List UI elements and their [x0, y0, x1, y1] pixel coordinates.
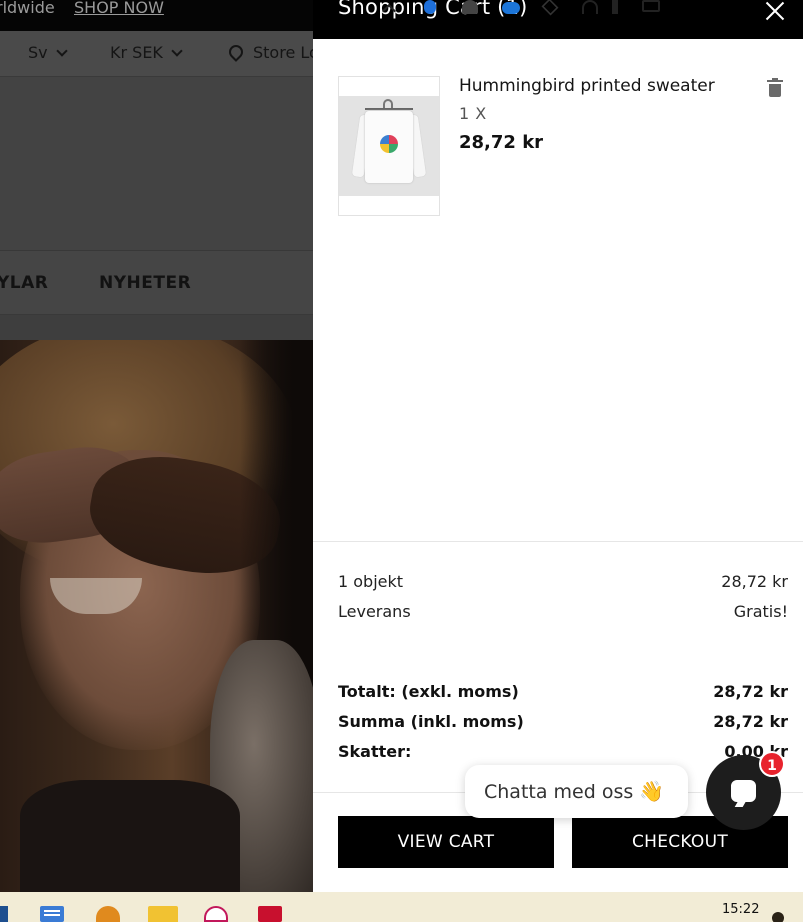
total-incl-value: 28,72 kr — [713, 712, 788, 731]
chat-prompt-text: Chatta med oss — [484, 781, 634, 803]
store-topbar: Sv Kr SEK Store Lo — [0, 31, 313, 77]
bluetooth-icon[interactable] — [424, 0, 436, 14]
volume-muted-icon[interactable] — [612, 0, 626, 14]
unread-badge: 1 — [759, 751, 785, 777]
wifi-icon[interactable] — [582, 0, 598, 14]
waving-hand-icon: 👋 — [639, 779, 665, 803]
chevron-down-icon — [55, 45, 68, 57]
trash-icon[interactable] — [767, 78, 783, 98]
product-name-link[interactable]: Hummingbird printed sweater — [459, 76, 715, 96]
close-icon[interactable] — [763, 0, 787, 22]
promo-bar: rldwide SHOP NOW — [0, 0, 313, 31]
product-thumbnail[interactable] — [338, 76, 440, 216]
store-locator-label: Store Lo — [253, 43, 313, 62]
os-taskbar — [0, 892, 803, 922]
items-count-label: 1 objekt — [338, 572, 404, 591]
chat-bubble-icon — [731, 780, 756, 802]
folder-icon[interactable] — [148, 906, 178, 922]
language-label: Sv — [28, 43, 48, 62]
app-icon[interactable] — [0, 906, 8, 922]
location-pin-icon — [226, 42, 246, 62]
paint-icon[interactable] — [204, 906, 228, 922]
store-page-background: rldwide SHOP NOW Sv Kr SEK Store Lo YLAR… — [0, 0, 313, 892]
chevron-down-icon — [171, 45, 183, 57]
main-nav: YLAR NYHETER — [0, 251, 313, 315]
total-incl-label: Summa (inkl. moms) — [338, 712, 524, 731]
security-icon[interactable] — [462, 0, 478, 14]
hero-image — [0, 340, 313, 892]
notepad-icon[interactable] — [40, 906, 64, 922]
nav-item-ylar[interactable]: YLAR — [0, 273, 48, 293]
total-excl-label: Totalt: (exkl. moms) — [338, 682, 519, 701]
battery-icon[interactable] — [642, 0, 660, 12]
taskbar-clock[interactable]: 15:22 — [722, 902, 759, 917]
browser-icon[interactable] — [96, 906, 120, 922]
hummingbird-print — [380, 135, 398, 153]
cloud-icon[interactable] — [502, 2, 520, 14]
taxes-label: Skatter: — [338, 742, 412, 761]
language-selector[interactable]: Sv — [28, 43, 68, 62]
currency-label: Kr SEK — [110, 43, 163, 62]
divider — [313, 541, 803, 542]
pdf-reader-icon[interactable] — [258, 906, 282, 922]
nav-item-nyheter[interactable]: NYHETER — [99, 273, 191, 293]
store-locator-link[interactable]: Store Lo — [226, 42, 313, 62]
product-quantity: 1 X — [459, 104, 487, 123]
shipping-value: Gratis! — [733, 602, 788, 621]
chat-prompt-bubble[interactable]: Chatta med oss 👋 — [465, 765, 688, 818]
items-subtotal: 28,72 kr — [721, 572, 788, 591]
shop-now-link[interactable]: SHOP NOW — [74, 0, 164, 17]
shipping-label: Leverans — [338, 602, 411, 621]
total-excl-value: 28,72 kr — [713, 682, 788, 701]
nav-spacer — [0, 315, 313, 340]
store-header — [0, 77, 313, 251]
promo-text: rldwide — [0, 0, 55, 17]
product-price: 28,72 kr — [459, 132, 544, 153]
currency-selector[interactable]: Kr SEK — [110, 43, 183, 62]
view-cart-button[interactable]: VIEW CART — [338, 816, 554, 868]
notification-icon[interactable] — [772, 912, 784, 922]
